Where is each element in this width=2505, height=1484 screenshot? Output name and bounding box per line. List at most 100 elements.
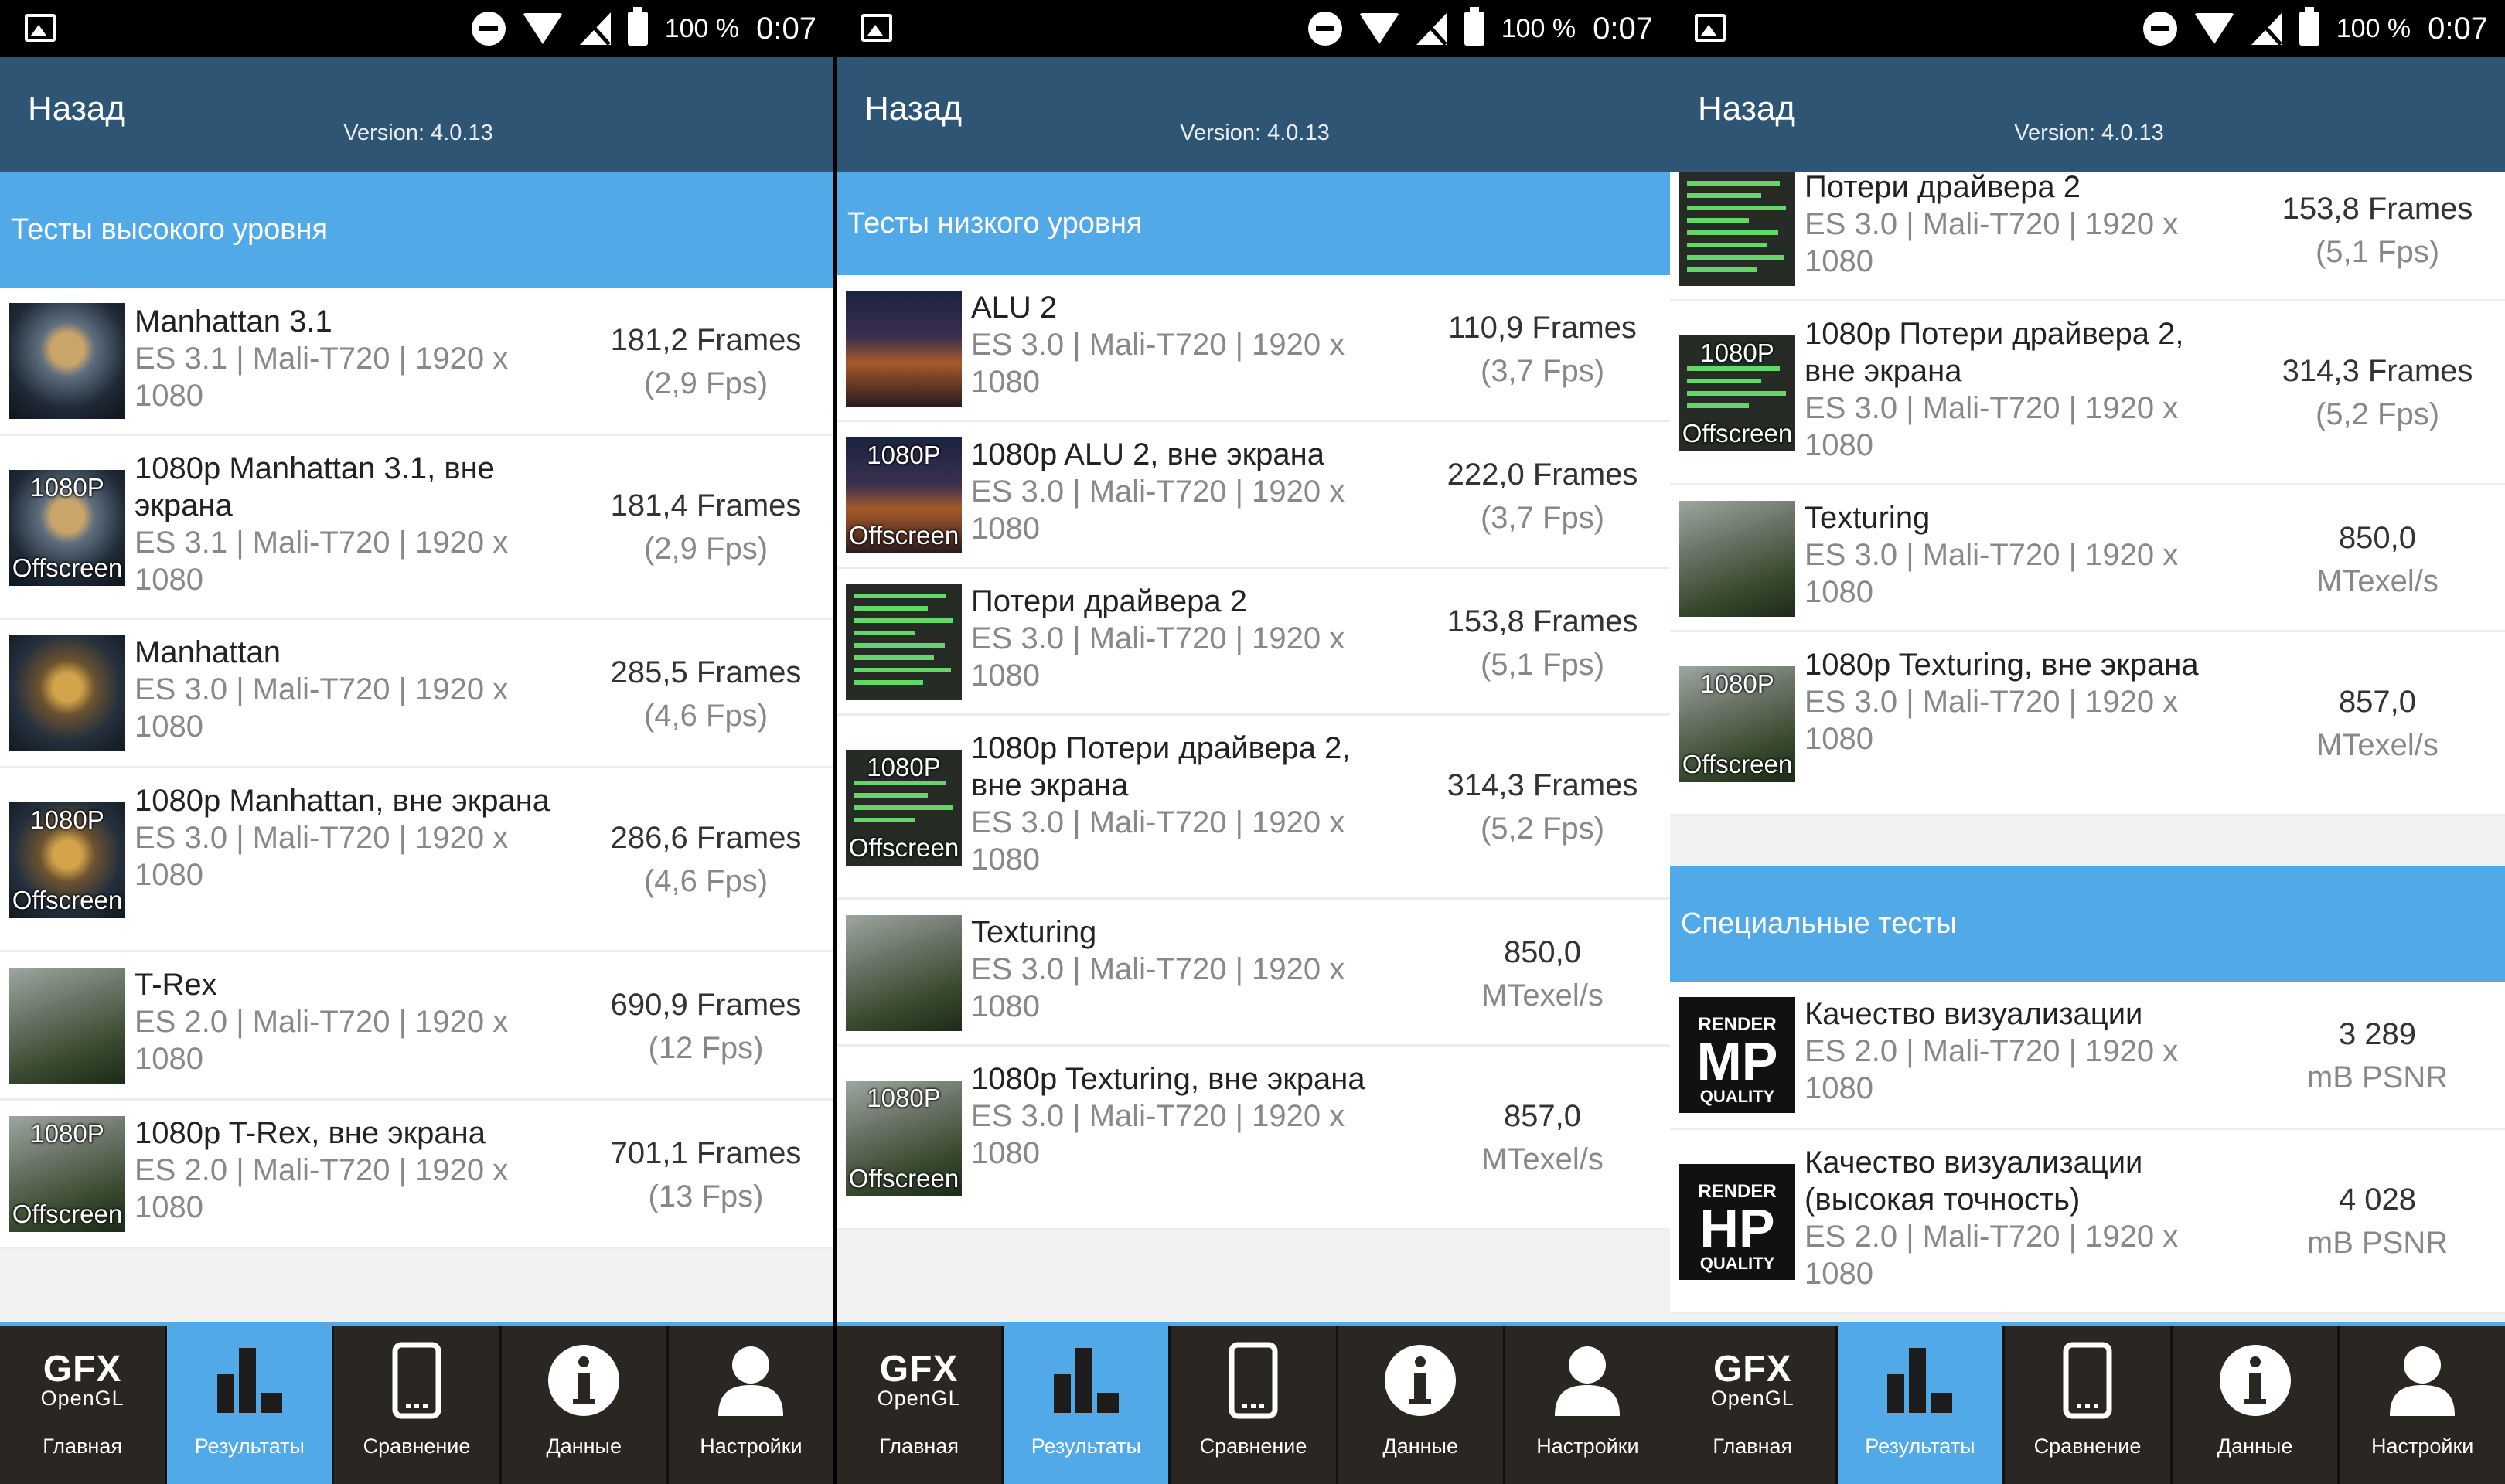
test-score: 690,9 Frames (12 Fps) [578, 983, 833, 1070]
nav-compare[interactable]: Сравнение [332, 1326, 499, 1484]
result-row[interactable]: 1080P Offscreen 1080p Потери драйвера 2,… [837, 716, 1670, 900]
nav-compare-label: Сравнение [363, 1435, 471, 1458]
resolution-badge: 1080P [30, 473, 104, 502]
offscreen-badge: Offscreen [848, 521, 959, 550]
test-resolution: 1080 [135, 858, 203, 892]
version-label: Version: 4.0.13 [2014, 121, 2164, 145]
no-signal-icon [579, 12, 611, 45]
result-row[interactable]: Texturing ES 3.0 | Mali-T720 | 1920 x 10… [837, 900, 1670, 1047]
test-api: ES 3.0 | Mali-T720 | 1920 x [1805, 391, 2179, 425]
result-row[interactable]: 1080P Offscreen 1080p Manhattan 3.1, вне… [0, 436, 833, 620]
nav-compare[interactable]: Сравнение [1168, 1326, 1335, 1484]
nav-settings-label: Настройки [1536, 1435, 1639, 1458]
offscreen-badge: Offscreen [1682, 750, 1793, 778]
result-row[interactable]: Manhattan 3.1 ES 3.1 | Mali-T720 | 1920 … [0, 288, 833, 436]
result-row[interactable]: ALU 2 ES 3.0 | Mali-T720 | 1920 x 1080 1… [837, 275, 1670, 422]
nav-info[interactable]: Данные [1335, 1326, 1503, 1484]
test-score: 850,0 MTexel/s [2250, 516, 2505, 603]
result-row[interactable]: 1080P Offscreen 1080p Texturing, вне экр… [837, 1047, 1670, 1230]
result-row[interactable]: Manhattan ES 3.0 | Mali-T720 | 1920 x 10… [0, 620, 833, 768]
wifi-icon [2193, 13, 2234, 44]
image-notification-icon [25, 14, 56, 42]
test-info: Manhattan ES 3.0 | Mali-T720 | 1920 x 10… [135, 634, 567, 745]
test-score: 286,6 Frames (4,6 Fps) [578, 816, 833, 903]
app-bar: Назад Version: 4.0.13 [0, 57, 833, 172]
score-frames: 181,2 Frames [610, 323, 802, 357]
test-api: ES 3.1 | Mali-T720 | 1920 x [135, 342, 509, 376]
test-info: Manhattan 3.1 ES 3.1 | Mali-T720 | 1920 … [135, 303, 567, 414]
result-row[interactable]: 1080P Offscreen 1080p T-Rex, вне экрана … [0, 1101, 833, 1249]
nav-settings[interactable]: Настройки [2337, 1326, 2505, 1484]
nav-settings[interactable]: Настройки [1502, 1326, 1670, 1484]
score-fps: (4,6 Fps) [643, 699, 769, 733]
score-frames: 153,8 Frames [2282, 192, 2473, 226]
nav-results[interactable]: Результаты [165, 1326, 332, 1484]
test-score: 181,2 Frames (2,9 Fps) [578, 318, 833, 405]
test-info: T-Rex ES 2.0 | Mali-T720 | 1920 x 1080 [135, 966, 567, 1077]
resolution-badge: 1080P [867, 441, 941, 469]
nav-home[interactable]: GFX OpenGL Главная [0, 1326, 165, 1484]
score-unit: mB PSNR [2306, 1226, 2449, 1260]
section-header-low-level: Тесты низкого уровня [837, 172, 1670, 275]
score-fps: (3,7 Fps) [1480, 501, 1605, 535]
nav-info[interactable]: Данные [2169, 1326, 2338, 1484]
result-row[interactable]: Потери драйвера 2 ES 3.0 | Mali-T720 | 1… [1670, 170, 2505, 301]
test-score: 3 289 mB PSNR [2250, 1013, 2505, 1099]
test-name: Качество визуализации [1805, 997, 2143, 1031]
render-badge-quality: QUALITY [1699, 1254, 1775, 1273]
result-row[interactable]: T-Rex ES 2.0 | Mali-T720 | 1920 x 1080 6… [0, 952, 833, 1101]
result-row[interactable]: 1080P Offscreen 1080p Texturing, вне экр… [1670, 632, 2505, 816]
bar-chart-icon [1053, 1348, 1119, 1413]
nav-home[interactable]: GFX OpenGL Главная [837, 1326, 1001, 1484]
test-score: 222,0 Frames (3,7 Fps) [1415, 453, 1670, 539]
test-info: 1080p Manhattan, вне экрана ES 3.0 | Mal… [135, 782, 567, 893]
screen-high-level-tests: 100 % 0:07 Назад Version: 4.0.13 Тесты в… [0, 0, 833, 1484]
do-not-disturb-icon [471, 12, 506, 46]
nav-settings[interactable]: Настройки [666, 1326, 833, 1484]
test-info: Потери драйвера 2 ES 3.0 | Mali-T720 | 1… [971, 583, 1404, 694]
test-resolution: 1080 [1805, 1257, 1873, 1291]
results-list[interactable]: Manhattan 3.1 ES 3.1 | Mali-T720 | 1920 … [0, 288, 833, 1249]
nav-home-label: Главная [43, 1435, 122, 1458]
result-row[interactable]: 1080P Offscreen 1080p Потери драйвера 2,… [1670, 301, 2505, 485]
resolution-badge: 1080P [867, 753, 941, 781]
no-signal-icon [2251, 12, 2282, 45]
test-api: ES 3.0 | Mali-T720 | 1920 x [971, 952, 1345, 986]
manhattan-offscreen-thumbnail: 1080P Offscreen [9, 470, 125, 586]
nav-info[interactable]: Данные [499, 1326, 666, 1484]
logo-gfx-text: GFX [1713, 1349, 1792, 1390]
nav-results[interactable]: Результаты [1835, 1326, 2003, 1484]
test-api: ES 3.0 | Mali-T720 | 1920 x [1805, 207, 2179, 241]
render-quality-hp-thumbnail: RENDER HP QUALITY [1679, 1164, 1795, 1280]
app-bar: Назад Version: 4.0.13 [837, 57, 1670, 172]
score-fps: (5,1 Fps) [1480, 648, 1605, 682]
score-frames: 314,3 Frames [1447, 768, 1638, 802]
test-info: 1080p T-Rex, вне экрана ES 2.0 | Mali-T7… [135, 1115, 567, 1226]
wifi-icon [1358, 13, 1399, 44]
test-name: 1080p Manhattan 3.1, вне экрана [135, 451, 495, 522]
logo-gfx-text: GFX [879, 1349, 959, 1390]
result-row[interactable]: 1080P Offscreen 1080p ALU 2, вне экрана … [837, 422, 1670, 569]
score-unit: mB PSNR [2306, 1060, 2449, 1094]
score-fps: (2,9 Fps) [643, 366, 769, 400]
test-info: 1080p Texturing, вне экрана ES 3.0 | Mal… [1805, 646, 2237, 757]
test-name: Texturing [971, 915, 1097, 949]
nav-home[interactable]: GFX OpenGL Главная [1670, 1326, 1835, 1484]
score-frames: 314,3 Frames [2282, 354, 2473, 388]
special-results-list[interactable]: RENDER MP QUALITY Качество визуализации … [1670, 982, 2505, 1314]
result-row[interactable]: RENDER MP QUALITY Качество визуализации … [1670, 982, 2505, 1130]
results-list[interactable]: Потери драйвера 2 ES 3.0 | Mali-T720 | 1… [1670, 170, 2505, 816]
result-row[interactable]: Потери драйвера 2 ES 3.0 | Mali-T720 | 1… [837, 569, 1670, 716]
result-row[interactable]: Texturing ES 3.0 | Mali-T720 | 1920 x 10… [1670, 485, 2505, 632]
nav-compare[interactable]: Сравнение [2002, 1326, 2170, 1484]
result-row[interactable]: RENDER HP QUALITY Качество визуализации … [1670, 1130, 2505, 1314]
user-icon [1555, 1346, 1621, 1416]
user-icon [718, 1346, 784, 1416]
results-list[interactable]: ALU 2 ES 3.0 | Mali-T720 | 1920 x 1080 1… [837, 275, 1670, 1230]
test-resolution: 1080 [971, 1136, 1040, 1170]
result-row[interactable]: 1080P Offscreen 1080p Manhattan, вне экр… [0, 768, 833, 952]
render-badge-hp: HP [1699, 1198, 1775, 1258]
wifi-icon [522, 13, 563, 44]
nav-results[interactable]: Результаты [1001, 1326, 1169, 1484]
test-score: 153,8 Frames (5,1 Fps) [2250, 187, 2505, 274]
